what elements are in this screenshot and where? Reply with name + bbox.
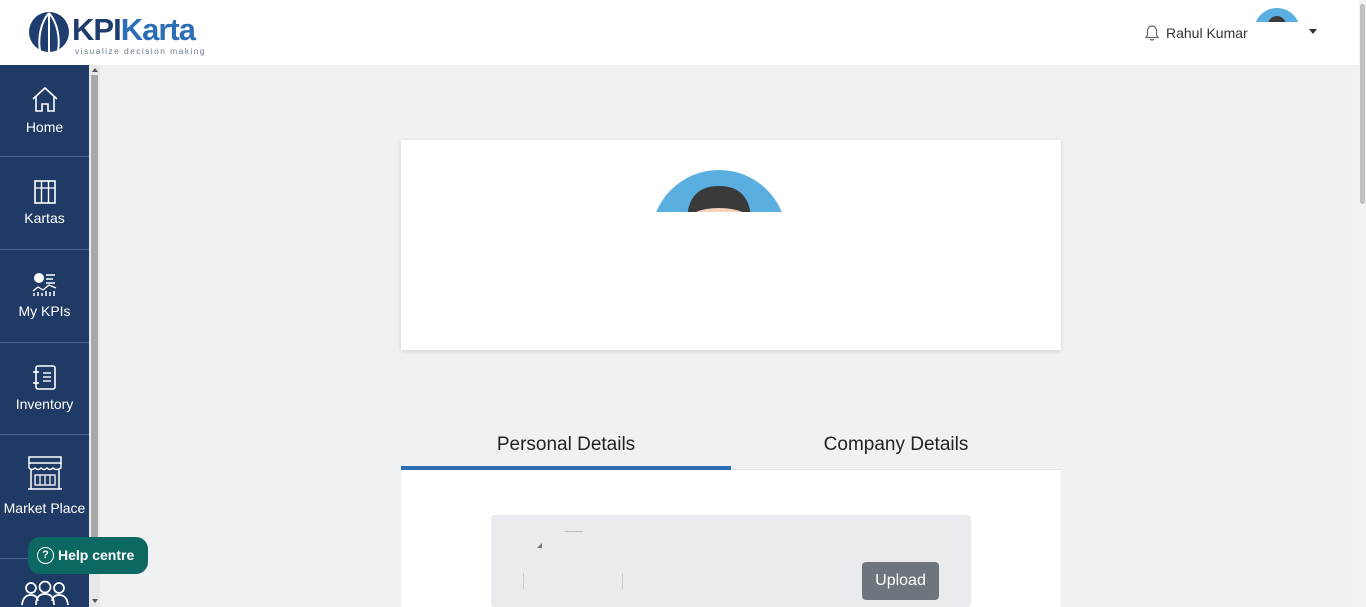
page-scrollbar[interactable]	[1359, 0, 1366, 607]
help-centre-label: Help centre	[58, 547, 135, 563]
team-icon	[21, 580, 69, 606]
profile-tabs: Personal Details Company Details	[401, 425, 1061, 470]
sidebar-scrollbar[interactable]	[89, 65, 100, 607]
bell-icon[interactable]	[1144, 25, 1160, 42]
divider	[565, 531, 583, 532]
inventory-icon	[33, 365, 56, 390]
logo-tagline: visualize decision making	[75, 46, 206, 56]
divider	[523, 573, 524, 589]
home-icon	[32, 86, 58, 112]
sidebar-item-label: Home	[25, 119, 64, 135]
help-centre-button[interactable]: ? Help centre	[28, 537, 148, 574]
chevron-down-icon[interactable]	[1309, 29, 1317, 34]
sidebar-item-home[interactable]: Home	[0, 65, 89, 157]
tab-personal-details[interactable]: Personal Details	[401, 425, 731, 470]
divider	[622, 573, 623, 589]
scroll-down-arrow-icon[interactable]	[92, 599, 98, 603]
tab-company-details[interactable]: Company Details	[731, 425, 1061, 470]
logo-mark-icon	[29, 12, 69, 52]
help-icon: ?	[37, 547, 54, 564]
sidebar-scroll-thumb[interactable]	[91, 75, 98, 545]
logo-text: KPIKarta	[72, 12, 196, 47]
top-header: KPIKarta visualize decision making Rahul…	[0, 0, 1366, 65]
resize-corner-icon	[537, 543, 542, 548]
sidebar-item-inventory[interactable]: Inventory	[0, 343, 89, 435]
sidebar-item-label: My KPIs	[18, 303, 71, 319]
scroll-up-arrow-icon[interactable]	[92, 68, 98, 72]
photo-upload-area[interactable]: Upload	[491, 515, 971, 607]
sidebar-item-label: Kartas	[24, 210, 65, 226]
sidebar-item-my-kpis[interactable]: My KPIs	[0, 250, 89, 343]
kpis-icon	[32, 273, 57, 296]
user-menu[interactable]: Rahul Kumar	[1112, 0, 1342, 65]
sidebar-item-label: Market Place	[3, 500, 86, 516]
market-place-icon	[28, 456, 62, 490]
sidebar: Home Kartas My KPIs Inventory Market Pla…	[0, 65, 100, 607]
avatar[interactable]	[1254, 8, 1300, 22]
kpikarta-logo[interactable]: KPIKarta visualize decision making	[28, 8, 218, 58]
upload-button[interactable]: Upload	[862, 562, 939, 600]
profile-avatar[interactable]	[651, 170, 787, 212]
personal-details-panel: Upload	[401, 470, 1061, 607]
sidebar-item-kartas[interactable]: Kartas	[0, 157, 89, 250]
page-scroll-thumb[interactable]	[1360, 4, 1365, 204]
sidebar-item-label: Inventory	[15, 396, 74, 412]
user-name[interactable]: Rahul Kumar	[1166, 25, 1248, 41]
kartas-icon	[34, 180, 56, 204]
profile-card	[401, 140, 1061, 350]
